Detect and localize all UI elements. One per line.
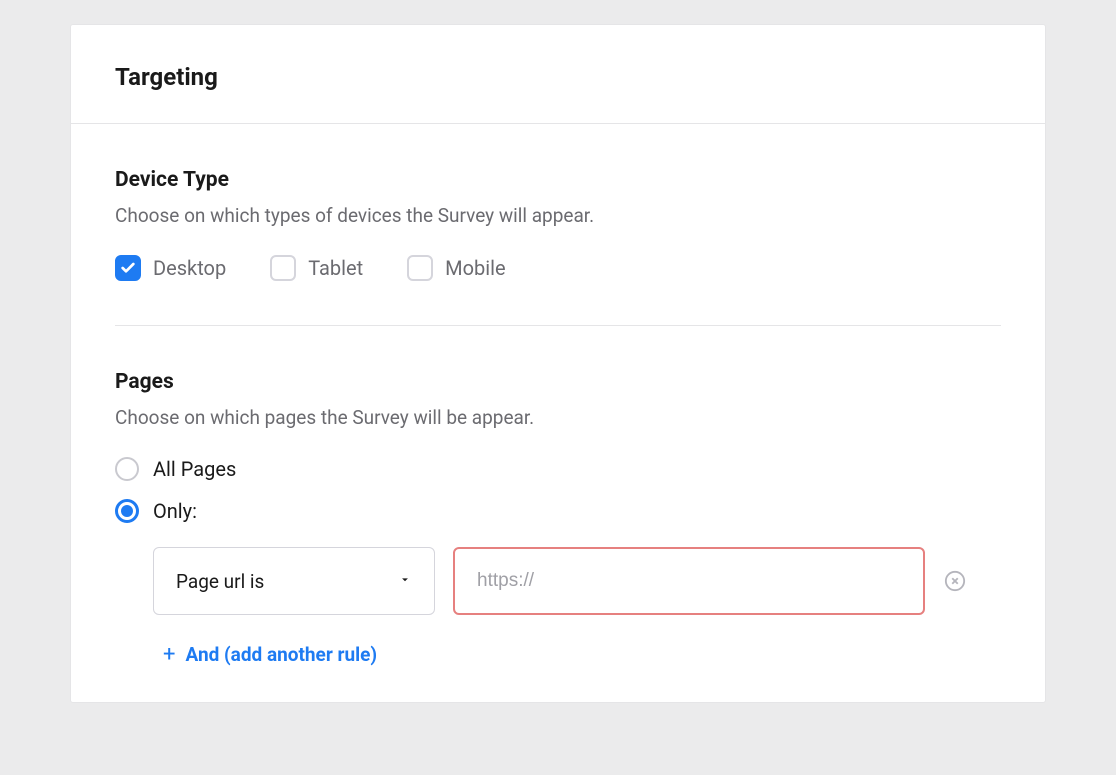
pages-radio-only-label: Only:	[153, 499, 197, 523]
device-type-options: Desktop Tablet Mobile	[115, 255, 1001, 281]
device-type-section: Device Type Choose on which types of dev…	[115, 168, 1001, 281]
card-header: Targeting	[71, 25, 1045, 124]
pages-radio-all-label: All Pages	[153, 457, 236, 481]
device-tablet-checkbox[interactable]	[270, 255, 296, 281]
device-mobile-checkbox[interactable]	[407, 255, 433, 281]
add-rule-label: And (add another rule)	[185, 643, 377, 666]
pages-title: Pages	[115, 370, 1001, 394]
section-divider	[115, 325, 1001, 326]
add-rule-button[interactable]: + And (add another rule)	[163, 643, 1001, 666]
device-type-title: Device Type	[115, 168, 1001, 192]
device-tablet-option[interactable]: Tablet	[270, 255, 363, 281]
pages-description: Choose on which pages the Survey will be…	[115, 406, 1001, 429]
card-body: Device Type Choose on which types of dev…	[71, 124, 1045, 702]
pages-radio-all-input[interactable]	[115, 457, 139, 481]
device-mobile-option[interactable]: Mobile	[407, 255, 505, 281]
pages-radio-only-input[interactable]	[115, 499, 139, 523]
remove-rule-button[interactable]	[943, 569, 967, 593]
pages-radio-group: All Pages Only:	[115, 457, 1001, 523]
pages-section: Pages Choose on which pages the Survey w…	[115, 370, 1001, 666]
page-rule-condition-select[interactable]: Page url is	[153, 547, 435, 615]
device-type-description: Choose on which types of devices the Sur…	[115, 204, 1001, 227]
pages-radio-only[interactable]: Only:	[115, 499, 1001, 523]
pages-radio-all[interactable]: All Pages	[115, 457, 1001, 481]
targeting-card: Targeting Device Type Choose on which ty…	[70, 24, 1046, 703]
device-desktop-label: Desktop	[153, 256, 226, 280]
close-circle-icon	[944, 570, 966, 592]
checkmark-icon	[120, 260, 136, 276]
card-title: Targeting	[115, 63, 1001, 91]
device-desktop-option[interactable]: Desktop	[115, 255, 226, 281]
device-desktop-checkbox[interactable]	[115, 255, 141, 281]
page-rule-url-input[interactable]	[453, 547, 925, 615]
device-mobile-label: Mobile	[445, 256, 505, 280]
chevron-down-icon	[398, 572, 412, 591]
device-tablet-label: Tablet	[308, 256, 363, 280]
page-rule-row: Page url is	[153, 547, 1001, 615]
page-rule-condition-label: Page url is	[176, 570, 264, 593]
plus-icon: +	[163, 644, 175, 666]
